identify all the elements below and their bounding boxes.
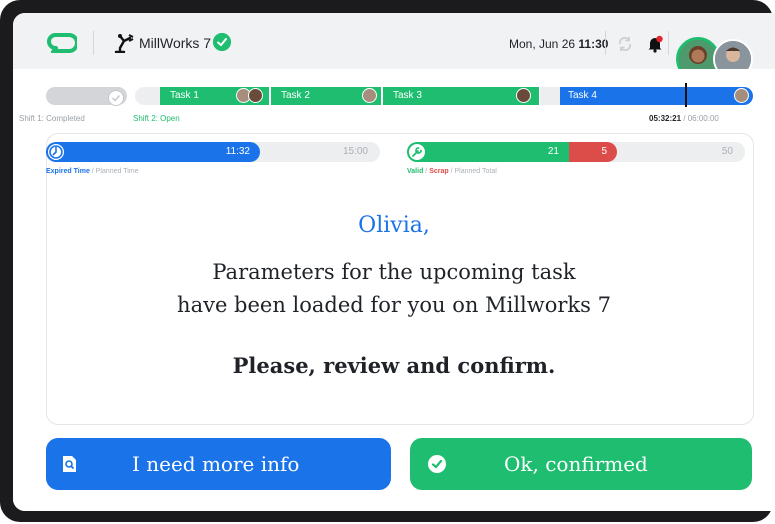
wrench-icon <box>409 144 425 160</box>
divider <box>605 31 606 55</box>
expired-time-fill: 11:32 <box>46 142 260 162</box>
task-label: Task 3 <box>393 90 422 101</box>
robot-arm-icon <box>114 34 134 53</box>
shift1-label: Shift 1: Completed <box>19 114 85 123</box>
avatar-icon <box>734 88 749 103</box>
scrap-value: 5 <box>601 146 607 157</box>
current-time-marker <box>685 83 687 107</box>
time-progress-bar: 11:32 15:00 <box>46 142 380 162</box>
valid-value: 21 <box>547 146 559 157</box>
legend-scrap: Scrap <box>429 168 449 175</box>
legend-planned: / Planned Time <box>91 168 139 175</box>
status-check-icon <box>213 33 231 51</box>
time-text: 11:30 <box>578 37 609 51</box>
more-info-button[interactable]: I need more info <box>46 438 391 490</box>
elapsed-time: 05:32:21 <box>649 114 682 123</box>
check-circle-icon <box>428 455 446 473</box>
valid-fill: 21 <box>407 142 569 162</box>
task-2[interactable]: Task 2 <box>271 87 381 105</box>
expired-time-value: 11:32 <box>225 146 250 157</box>
planned-time-value: 15:00 <box>342 146 368 157</box>
bell-icon[interactable] <box>646 35 664 53</box>
legend-expired: Expired Time <box>46 168 90 175</box>
planned-total-value: 50 <box>721 146 733 157</box>
date-time: Mon, Jun 26 11:30 <box>509 37 608 51</box>
time-legend: Expired Time / Planned Time <box>46 168 139 175</box>
legend-planned-total: / Planned Total <box>450 168 497 175</box>
avatar-icon <box>362 88 377 103</box>
planned-time: / 06:00:00 <box>683 114 719 123</box>
task-3[interactable]: Task 3 <box>383 87 539 105</box>
idle-gap <box>540 87 560 105</box>
shift1-check-icon <box>108 90 124 106</box>
quantity-legend: Valid / Scrap / Planned Total <box>407 168 497 175</box>
top-bar: MillWorks 7 Mon, Jun 26 11:30 <box>13 13 775 81</box>
confirm-label: Ok, confirmed <box>504 452 648 476</box>
avatar-icon <box>248 88 263 103</box>
app-screen: MillWorks 7 Mon, Jun 26 11:30 Task 1 Tas… <box>13 13 775 511</box>
task-label: Task 2 <box>281 90 310 101</box>
legend-valid: Valid <box>407 168 424 175</box>
scrap-fill: 5 <box>569 142 617 162</box>
shift2-label: Shift 2: Open <box>133 114 180 123</box>
confirm-prompt: Please, review and confirm. <box>232 353 556 378</box>
task-4[interactable]: Task 4 <box>560 87 753 105</box>
message-line-2: have been loaded for you on Millworks 7 <box>177 293 611 317</box>
message-line-1: Parameters for the upcoming task <box>212 260 576 284</box>
more-info-label: I need more info <box>132 452 300 476</box>
task-1[interactable]: Task 1 <box>160 87 269 105</box>
search-document-icon <box>63 456 76 472</box>
avatar-icon <box>516 88 531 103</box>
task-label: Task 4 <box>568 90 597 101</box>
idle-gap <box>135 87 160 105</box>
machine-name: MillWorks 7 <box>139 35 212 51</box>
date-text: Mon, Jun 26 <box>509 37 576 51</box>
task-label: Task 1 <box>170 90 199 101</box>
task-time-readout: 05:32:21 / 06:00:00 <box>649 114 719 123</box>
timer-icon <box>48 144 64 160</box>
app-logo-icon[interactable] <box>47 33 77 53</box>
device-frame: MillWorks 7 Mon, Jun 26 11:30 Task 1 Tas… <box>0 0 775 522</box>
sync-icon[interactable] <box>617 36 633 52</box>
greeting: Olivia, <box>358 213 430 238</box>
divider <box>93 31 94 55</box>
confirm-button[interactable]: Ok, confirmed <box>410 438 752 490</box>
divider <box>668 31 669 55</box>
quantity-progress-bar: 21 5 50 <box>407 142 745 162</box>
